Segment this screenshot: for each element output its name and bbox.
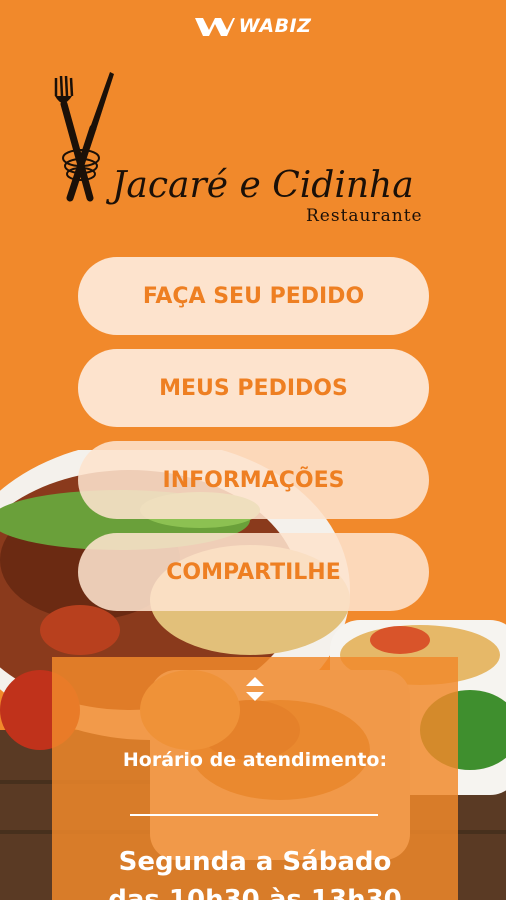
- restaurant-subtitle: Restaurante: [306, 206, 423, 226]
- hours-time: das 10h30 às 13h30: [108, 885, 402, 900]
- hours-divider: [130, 814, 378, 816]
- hours-title: Horário de atendimento:: [122, 749, 388, 771]
- app-screen: WABIZ Jacaré e Cidinha Restaurante FAÇA …: [0, 0, 506, 900]
- main-menu: FAÇA SEU PEDIDO MEUS PEDIDOS INFORMAÇÕES…: [78, 257, 429, 625]
- up-down-chevron-icon[interactable]: [244, 675, 266, 703]
- wabiz-logo-icon: [194, 18, 235, 36]
- wabiz-name: WABIZ: [238, 15, 312, 37]
- restaurant-logo: Jacaré e Cidinha Restaurante: [48, 70, 468, 235]
- wabiz-brand: WABIZ: [0, 14, 506, 38]
- order-button[interactable]: FAÇA SEU PEDIDO: [78, 257, 429, 335]
- restaurant-name: Jacaré e Cidinha: [112, 165, 414, 206]
- opening-hours-panel: Horário de atendimento: Segunda a Sábado…: [52, 657, 458, 900]
- hours-days: Segunda a Sábado: [118, 847, 392, 877]
- share-button[interactable]: COMPARTILHE: [78, 533, 429, 611]
- information-button[interactable]: INFORMAÇÕES: [78, 441, 429, 519]
- fork-knife-icon: [54, 72, 114, 202]
- my-orders-button[interactable]: MEUS PEDIDOS: [78, 349, 429, 427]
